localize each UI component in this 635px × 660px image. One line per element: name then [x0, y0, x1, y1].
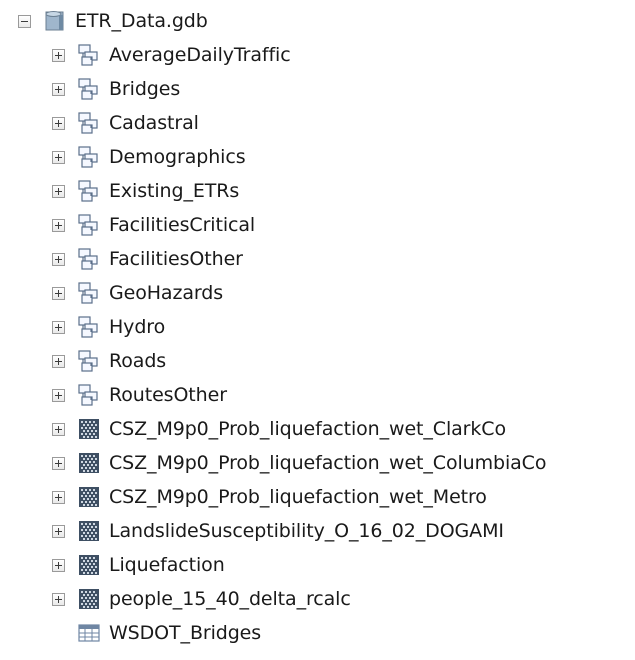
tree-node-label: people_15_40_delta_rcalc — [109, 588, 351, 610]
tree-node[interactable]: LandslideSusceptibility_O_16_02_DOGAMI — [52, 514, 504, 548]
tree-node-label: Demographics — [109, 146, 246, 168]
tree-node-label: RoutesOther — [109, 384, 227, 406]
expand-toggle-icon[interactable] — [52, 252, 65, 266]
table-icon — [78, 624, 100, 642]
geodatabase-icon — [45, 11, 64, 31]
tree-node[interactable]: Bridges — [52, 72, 180, 106]
tree-node[interactable]: RoutesOther — [52, 378, 227, 412]
tree-node-label: Liquefaction — [109, 554, 225, 576]
tree-node-label: CSZ_M9p0_Prob_liquefaction_wet_ColumbiaC… — [109, 452, 547, 474]
feature-dataset-icon — [78, 384, 98, 406]
no-toggle-spacer — [52, 627, 65, 640]
tree-node[interactable]: Demographics — [52, 140, 246, 174]
raster-dataset-icon — [79, 521, 99, 541]
tree-node[interactable]: CSZ_M9p0_Prob_liquefaction_wet_ColumbiaC… — [52, 446, 546, 480]
tree-node[interactable]: AverageDailyTraffic — [52, 38, 291, 72]
expand-toggle-icon[interactable] — [52, 422, 65, 436]
tree-node-label: FacilitiesCritical — [109, 214, 256, 236]
feature-dataset-icon — [78, 146, 98, 168]
feature-dataset-icon — [78, 214, 98, 236]
tree-node-label: AverageDailyTraffic — [109, 44, 291, 66]
tree-node-root[interactable]: ETR_Data.gdb — [18, 4, 208, 38]
raster-dataset-icon — [79, 555, 99, 575]
feature-dataset-icon — [78, 316, 98, 338]
expand-toggle-icon[interactable] — [52, 48, 65, 62]
catalog-tree: ETR_Data.gdb AverageDailyTraffic Bridges — [0, 0, 635, 660]
tree-node[interactable]: CSZ_M9p0_Prob_liquefaction_wet_ClarkCo — [52, 412, 506, 446]
tree-node[interactable]: FacilitiesOther — [52, 242, 243, 276]
expand-toggle-icon[interactable] — [52, 490, 65, 504]
tree-node[interactable]: Existing_ETRs — [52, 174, 239, 208]
expand-toggle-icon[interactable] — [52, 388, 65, 402]
feature-dataset-icon — [78, 112, 98, 134]
expand-toggle-icon[interactable] — [52, 558, 65, 572]
feature-dataset-icon — [78, 44, 98, 66]
raster-dataset-icon — [79, 453, 99, 473]
tree-node[interactable]: Roads — [52, 344, 166, 378]
tree-node[interactable]: WSDOT_Bridges — [52, 616, 261, 650]
tree-node-label: CSZ_M9p0_Prob_liquefaction_wet_ClarkCo — [109, 418, 506, 440]
expand-toggle-icon[interactable] — [52, 354, 65, 368]
feature-dataset-icon — [78, 248, 98, 270]
expand-toggle-icon[interactable] — [52, 524, 65, 538]
tree-node-label: CSZ_M9p0_Prob_liquefaction_wet_Metro — [109, 486, 487, 508]
expand-toggle-icon[interactable] — [52, 592, 65, 606]
tree-node[interactable]: GeoHazards — [52, 276, 223, 310]
tree-node[interactable]: Hydro — [52, 310, 165, 344]
expand-toggle-icon[interactable] — [52, 218, 65, 232]
feature-dataset-icon — [78, 282, 98, 304]
expand-toggle-icon[interactable] — [52, 82, 65, 96]
tree-node[interactable]: Liquefaction — [52, 548, 225, 582]
raster-dataset-icon — [79, 487, 99, 507]
tree-node[interactable]: FacilitiesCritical — [52, 208, 255, 242]
tree-node-root-label: ETR_Data.gdb — [75, 10, 208, 32]
tree-node[interactable]: people_15_40_delta_rcalc — [52, 582, 351, 616]
tree-node-label: Hydro — [109, 316, 166, 338]
raster-dataset-icon — [79, 419, 99, 439]
feature-dataset-icon — [78, 180, 98, 202]
tree-node-label: GeoHazards — [109, 282, 224, 304]
expand-toggle-icon[interactable] — [52, 116, 65, 130]
expand-toggle-icon[interactable] — [52, 150, 65, 164]
tree-node-label: Roads — [109, 350, 167, 372]
expand-toggle-icon[interactable] — [52, 286, 65, 300]
expand-toggle-icon[interactable] — [52, 456, 65, 470]
tree-node-label: Existing_ETRs — [109, 180, 240, 202]
feature-dataset-icon — [78, 350, 98, 372]
expand-toggle-icon[interactable] — [52, 320, 65, 334]
tree-node-label: FacilitiesOther — [109, 248, 243, 270]
expand-toggle-icon[interactable] — [52, 184, 65, 198]
raster-dataset-icon — [79, 589, 99, 609]
feature-dataset-icon — [78, 78, 98, 100]
tree-node-label: WSDOT_Bridges — [109, 622, 262, 644]
collapse-toggle-icon[interactable] — [18, 14, 31, 28]
tree-node[interactable]: Cadastral — [52, 106, 199, 140]
tree-node-label: LandslideSusceptibility_O_16_02_DOGAMI — [109, 520, 504, 542]
tree-node[interactable]: CSZ_M9p0_Prob_liquefaction_wet_Metro — [52, 480, 487, 514]
tree-node-label: Cadastral — [109, 112, 199, 134]
tree-node-label: Bridges — [109, 78, 181, 100]
